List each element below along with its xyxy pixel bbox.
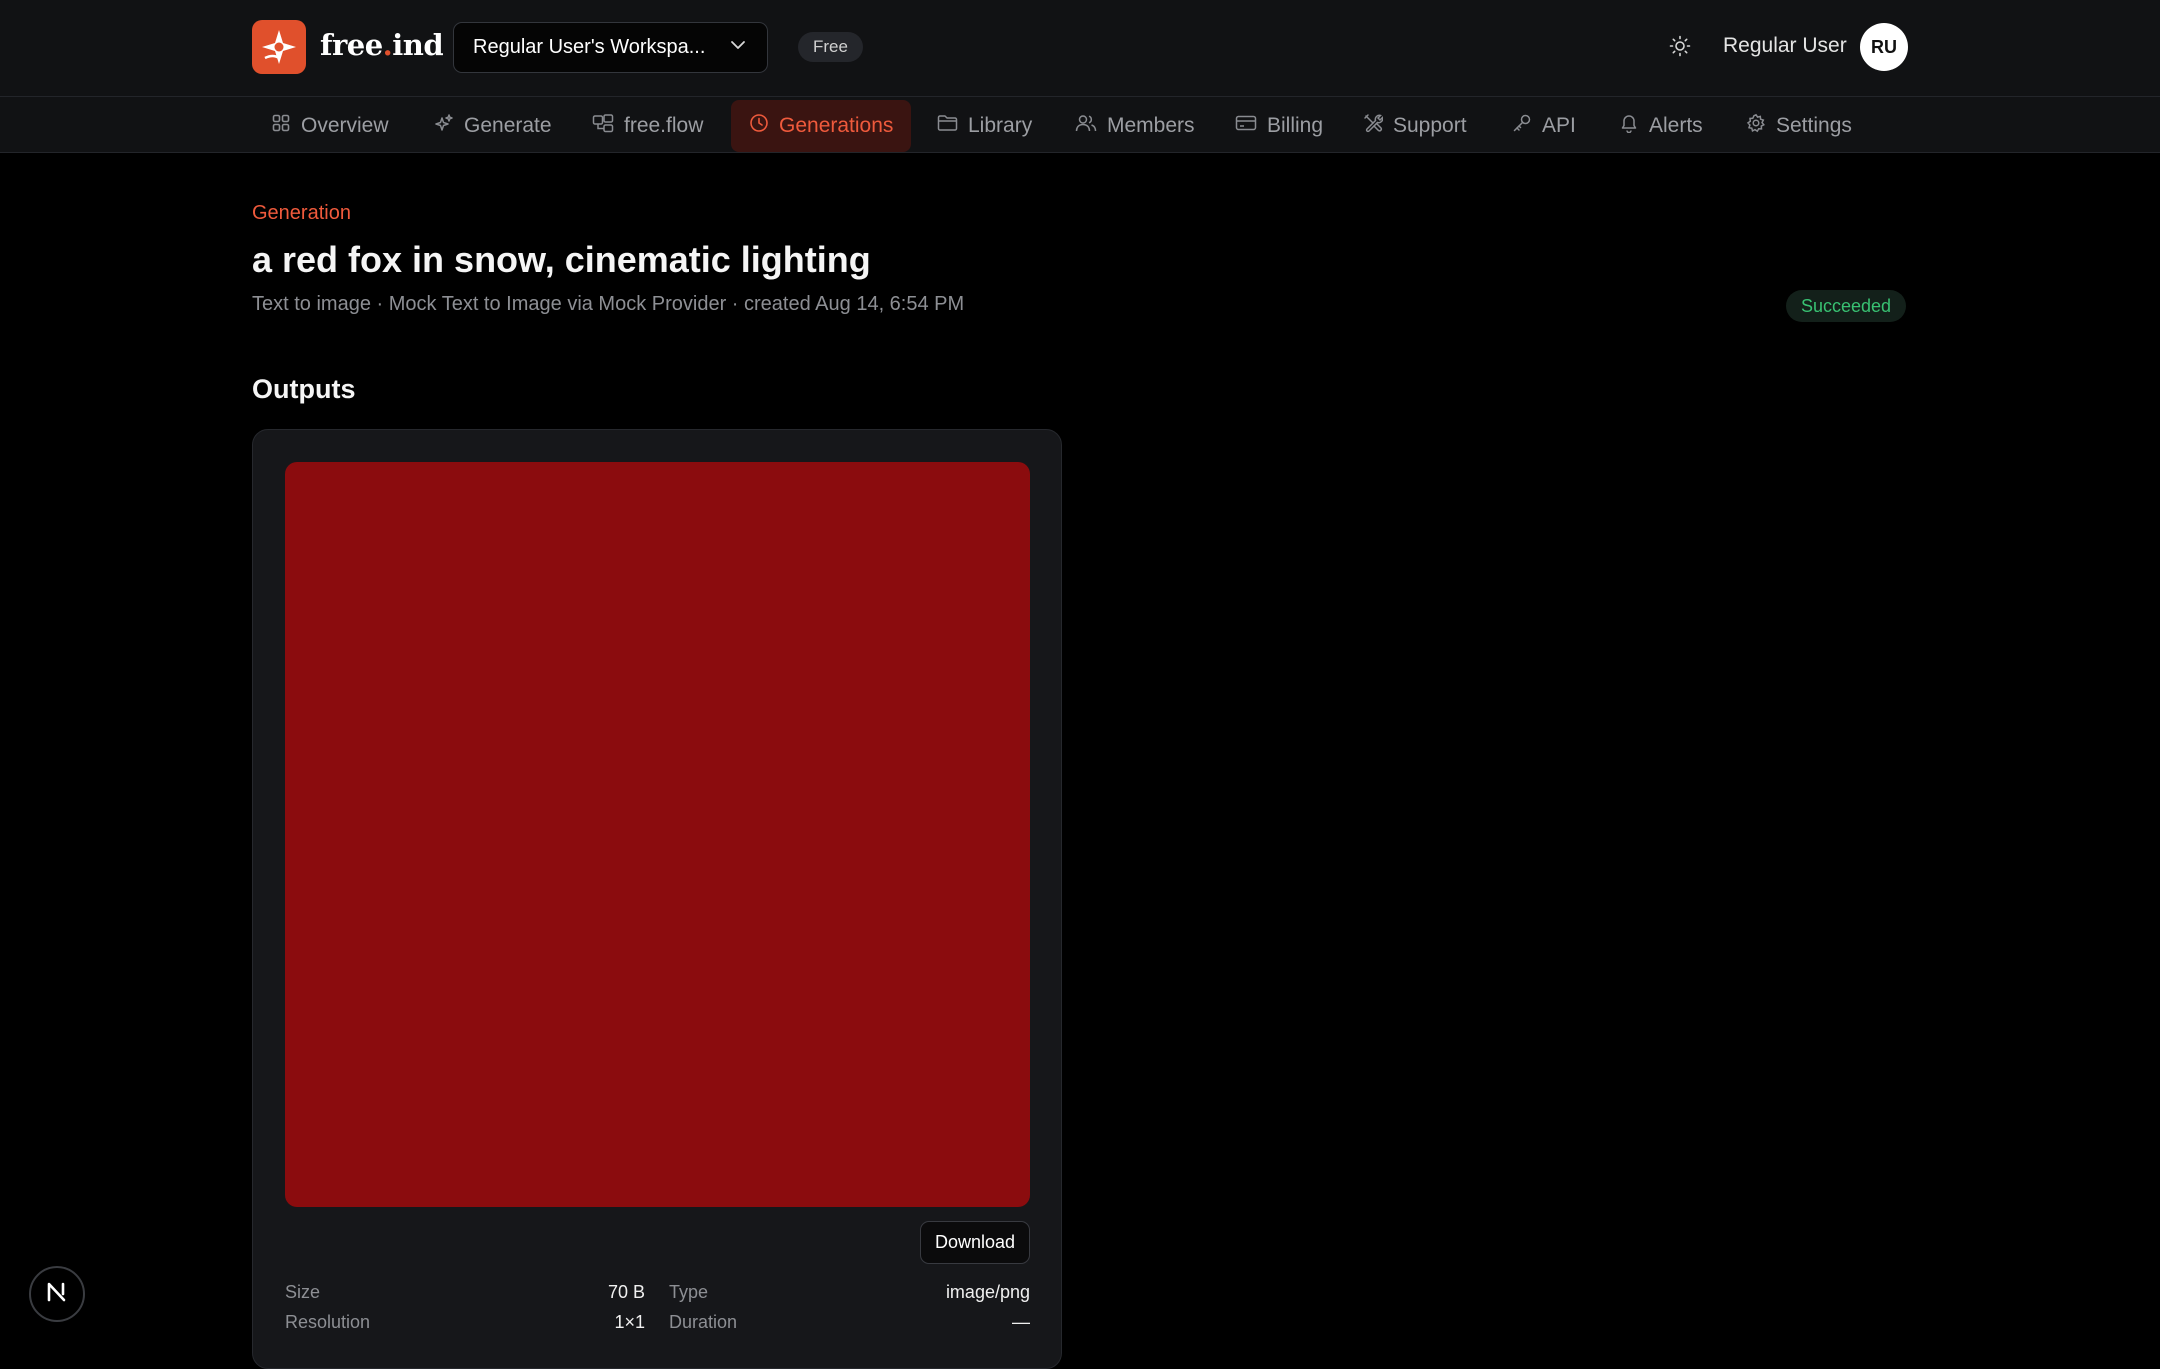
type-label: Type (669, 1282, 709, 1302)
nav-label-billing: Billing (1267, 114, 1324, 137)
nav-label-settings: Settings (1776, 114, 1852, 137)
size-value: 70 B (607, 1282, 645, 1302)
bell-icon (1619, 113, 1639, 139)
chevron-down-icon (728, 35, 748, 61)
users-icon (1075, 113, 1097, 139)
sun-icon (1668, 34, 1692, 63)
resolution-value: 1×1 (614, 1312, 645, 1332)
flow-icon (592, 113, 614, 139)
type-value: image/png (945, 1282, 1030, 1302)
n-logo-icon (44, 1279, 70, 1310)
nav-label-api: API (1542, 114, 1576, 137)
output-image-preview[interactable] (285, 462, 1030, 1207)
nav-item-api[interactable]: API (1494, 100, 1594, 152)
nav-label-overview: Overview (301, 114, 389, 137)
duration-value: — (1012, 1312, 1030, 1332)
folder-icon (937, 113, 958, 139)
logo-icon[interactable] (252, 20, 306, 74)
workspace-name: Regular User's Workspa... (473, 36, 706, 58)
theme-toggle-button[interactable] (1664, 32, 1696, 64)
nav-item-generations[interactable]: Generations (731, 100, 912, 152)
nav-item-generate[interactable]: Generate (416, 100, 570, 152)
outputs-heading: Outputs (252, 374, 356, 404)
plan-badge: Free (798, 32, 863, 62)
nav-item-free-flow[interactable]: free.flow (574, 100, 721, 152)
gear-icon (1746, 113, 1766, 139)
key-icon (1512, 113, 1532, 139)
size-label: Size (285, 1282, 321, 1302)
nav-item-overview[interactable]: Overview (253, 100, 407, 152)
breadcrumb[interactable]: Generation (252, 202, 351, 225)
nav-label-free-flow: free.flow (624, 114, 704, 137)
tools-icon (1363, 113, 1384, 139)
credit-card-icon (1235, 113, 1257, 139)
nav-label-alerts: Alerts (1649, 114, 1703, 137)
sparkles-icon (434, 113, 454, 139)
user-name[interactable]: Regular User (1723, 34, 1847, 58)
resolution-label: Resolution (285, 1312, 371, 1332)
top-header: free.ind Regular User's Workspa... Free … (0, 0, 2160, 97)
status-badge: Succeeded (1786, 290, 1907, 322)
nav-label-members: Members (1107, 114, 1195, 137)
dev-tools-badge[interactable] (29, 1266, 85, 1322)
nav-label-generate: Generate (464, 114, 552, 137)
nav-item-settings[interactable]: Settings (1728, 100, 1870, 152)
nav-label-support: Support (1393, 114, 1467, 137)
output-card: Download Size 70 B Type image/png Resolu… (252, 429, 1062, 1369)
brand-name[interactable]: free.ind (320, 28, 444, 62)
grid-icon (271, 113, 291, 139)
avatar[interactable]: RU (1860, 23, 1908, 71)
main-nav: Overview Generate free.flow Generations … (0, 97, 2160, 153)
nav-item-alerts[interactable]: Alerts (1601, 100, 1721, 152)
nav-item-billing[interactable]: Billing (1217, 100, 1341, 152)
download-button[interactable]: Download (920, 1221, 1031, 1264)
workspace-selector[interactable]: Regular User's Workspa... (453, 22, 768, 73)
nav-item-library[interactable]: Library (919, 100, 1050, 152)
nav-item-support[interactable]: Support (1345, 100, 1485, 152)
nav-label-generations: Generations (779, 114, 894, 137)
duration-label: Duration (669, 1312, 738, 1332)
clock-icon (749, 113, 769, 139)
nav-item-members[interactable]: Members (1057, 100, 1213, 152)
page-title: a red fox in snow, cinematic lighting (252, 239, 871, 280)
nav-label-library: Library (968, 114, 1033, 137)
generation-meta: Text to image · Mock Text to Image via M… (252, 293, 965, 315)
